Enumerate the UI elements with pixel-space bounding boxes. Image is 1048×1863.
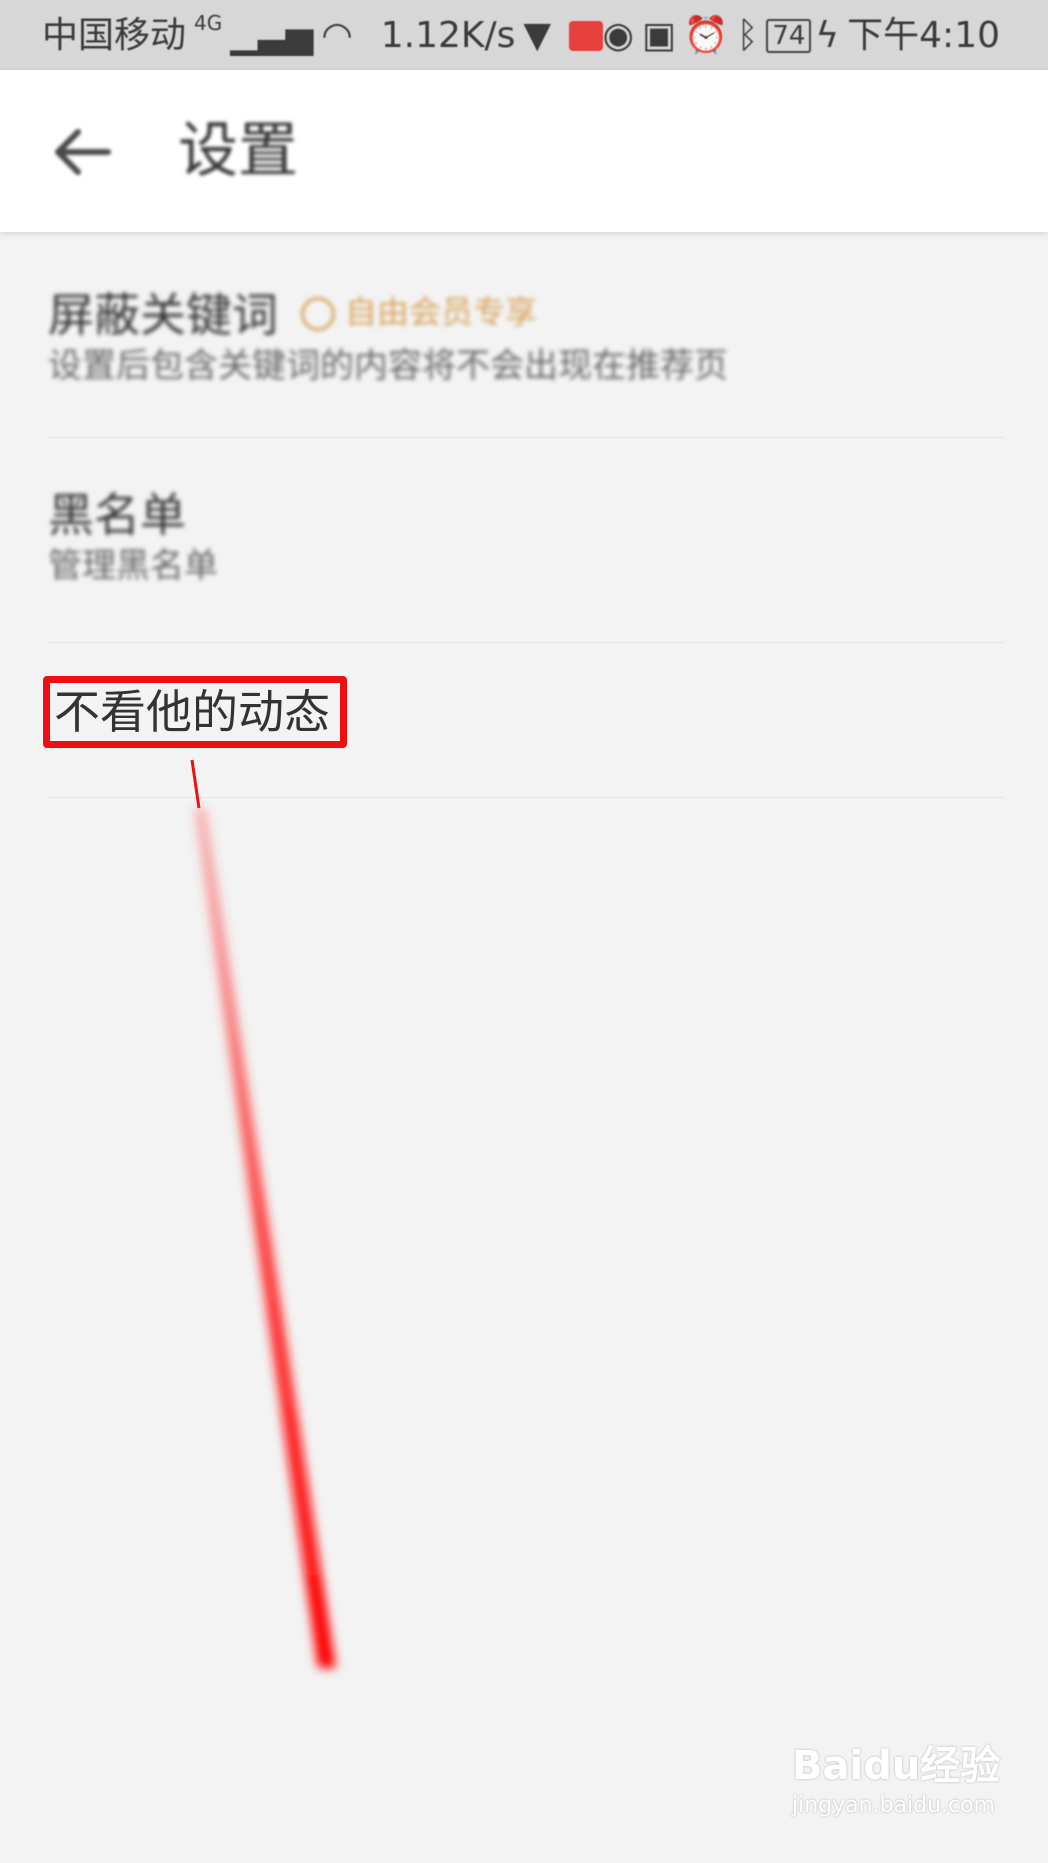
network-type: 4G (194, 11, 223, 35)
vip-badge-label: 自由会员专享 (345, 293, 538, 331)
settings-item-subtitle: 管理黑名单 (48, 546, 218, 586)
battery-icon: 74 (766, 19, 812, 53)
wifi-icon: ◠ (321, 15, 353, 56)
settings-item-title: 不看他的动态 (54, 685, 330, 739)
clock: 下午4:10 (847, 15, 1000, 56)
alarm-icon: ⏰ (683, 15, 729, 56)
settings-item-hide-their-posts[interactable]: 不看他的动态 (43, 642, 1004, 798)
watermark-url: jingyan.baidu.com (792, 1793, 996, 1818)
page-title: 设置 (178, 116, 298, 186)
app-notification-icon (569, 21, 604, 51)
settings-item-blacklist[interactable]: 黑名单 管理黑名单 (48, 437, 1004, 643)
arrow-left-icon[interactable] (52, 128, 112, 176)
watermark: Baidu经验 jingyan.baidu.com (792, 1740, 1001, 1840)
signal-icon: ▁▃▅ (230, 15, 314, 56)
settings-item-title: 黑名单 (48, 488, 186, 542)
watermark-logo: Baidu经验 (792, 1743, 1001, 1789)
settings-item-block-keywords[interactable]: 屏蔽关键词 自由会员专享 设置后包含关键词的内容将不会出现在推荐页 (48, 232, 1004, 438)
carrier-label: 中国移动 (42, 15, 187, 56)
vip-badge: 自由会员专享 (301, 292, 537, 332)
bluetooth-icon: ᛒ (736, 15, 759, 56)
eye-icon: ◉ (602, 15, 634, 56)
status-bar: 中国移动 4G ▁▃▅ ◠ 1.12K/s ▼ ◉ ▣ ⏰ ᛒ 74 ϟ 下午4:10 (0, 0, 1048, 70)
status-bar-right: ◉ ▣ ⏰ ᛒ 74 ϟ 下午4:10 (602, 0, 1008, 71)
status-bar-left: 中国移动 4G ▁▃▅ ◠ 1.12K/s ▼ (42, 0, 604, 71)
charging-icon: ϟ (815, 15, 840, 56)
settings-item-subtitle: 设置后包含关键词的内容将不会出现在推荐页 (48, 346, 728, 386)
app-bar: 设置 (0, 70, 1048, 232)
nfc-icon: ▣ (641, 15, 676, 56)
vip-crown-icon (301, 297, 335, 331)
net-speed: 1.12K/s (380, 15, 516, 56)
annotation-highlight-box: 不看他的动态 (43, 676, 347, 748)
annotation-arrow-shaft (194, 808, 336, 1668)
download-icon: ▼ (523, 15, 552, 56)
settings-item-title: 屏蔽关键词 (48, 288, 278, 342)
